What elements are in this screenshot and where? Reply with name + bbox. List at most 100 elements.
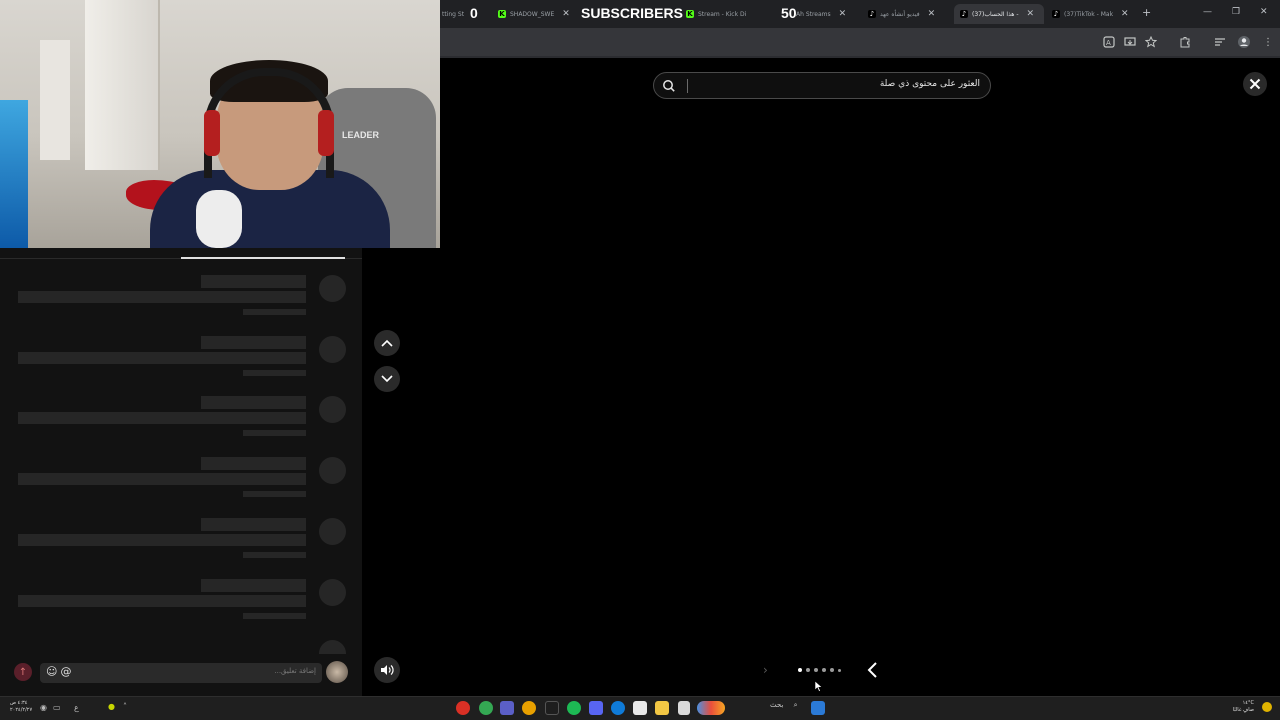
webcam-headset — [204, 68, 334, 178]
app-icon-yellow[interactable] — [522, 701, 536, 715]
search-divider — [687, 79, 688, 93]
kick-icon: K — [498, 10, 506, 18]
carousel-next-chevron[interactable]: › — [763, 663, 768, 677]
chrome-icon[interactable] — [479, 701, 493, 715]
restore-icon[interactable]: ❐ — [1232, 7, 1240, 17]
close-tab-icon[interactable]: ✕ — [928, 9, 936, 19]
windows-start-icon[interactable] — [811, 701, 825, 715]
volume-icon — [381, 665, 394, 675]
subscriber-count: 0 — [470, 5, 478, 21]
carousel-dot[interactable] — [830, 668, 834, 672]
translate-icon[interactable]: A — [1102, 35, 1116, 49]
browser-tab[interactable]: ♪ فيديو أنشأه عهد ✕ — [862, 4, 952, 24]
comments-panel — [0, 248, 362, 696]
comment-skeleton — [0, 457, 362, 517]
tray-app-icon[interactable]: ● — [108, 702, 115, 711]
install-app-icon[interactable] — [1123, 35, 1137, 49]
mouse-cursor-icon — [815, 681, 823, 692]
carousel-dot[interactable] — [838, 668, 841, 672]
next-video-button[interactable] — [374, 366, 400, 392]
obs-icon[interactable] — [545, 701, 559, 715]
tiktok-icon: ♪ — [868, 10, 876, 18]
browser-tab[interactable]: K SHADOW_SWE ✕ — [492, 4, 582, 24]
reading-list-icon[interactable] — [1213, 35, 1227, 49]
headset-earcup-right — [318, 110, 334, 156]
close-tab-icon[interactable]: ✕ — [839, 9, 847, 19]
browser-tab-active[interactable]: ♪ (37)هذا الحساب - ✕ — [954, 4, 1044, 24]
bookmark-star-icon[interactable] — [1144, 35, 1158, 49]
search-placeholder: العثور على محتوى ذي صلة — [879, 79, 980, 89]
comment-skeleton — [0, 640, 362, 654]
close-button[interactable] — [1243, 72, 1267, 96]
comment-skeleton — [0, 518, 362, 578]
search-icon[interactable] — [662, 79, 676, 93]
store-icon[interactable] — [633, 701, 647, 715]
windows-taskbar: ٤:٣٤ ص ٢٠٢٤/٢/٢٧ ◉ ▭ ع ● ˄ بحث ⌕ ١٤°C صا… — [0, 696, 1280, 720]
tiktok-icon: ♪ — [960, 10, 968, 18]
weather-widget[interactable]: ١٤°C صافٍ غالبًا — [1233, 700, 1254, 714]
taskbar-search[interactable]: بحث ⌕ — [770, 701, 798, 710]
chair-brand-text: LEADER — [342, 130, 380, 140]
language-icon[interactable]: ع — [74, 703, 79, 712]
teams-icon[interactable] — [500, 701, 514, 715]
active-tab-indicator — [181, 257, 345, 259]
spotify-icon[interactable] — [567, 701, 581, 715]
network-icon[interactable]: ◉ — [40, 703, 47, 712]
window-close-icon[interactable]: ✕ — [1260, 7, 1268, 17]
chevron-up-icon — [381, 339, 393, 347]
comment-input[interactable]: ☺ @ إضافة تعليق... — [40, 663, 322, 683]
comment-skeleton — [0, 275, 362, 335]
webcam-light — [0, 100, 28, 248]
toolbar-divider — [440, 56, 1280, 58]
previous-video-button[interactable] — [374, 330, 400, 356]
browser-tab[interactable]: ♪ (37)TikTok - Mak ✕ — [1046, 4, 1138, 24]
file-explorer-icon[interactable] — [655, 701, 669, 715]
webcam-microphone — [196, 190, 242, 248]
browser-tab[interactable]: K Stream - Kick Di — [680, 4, 770, 24]
close-tab-icon[interactable]: ✕ — [1027, 9, 1035, 19]
chevron-down-icon — [381, 375, 393, 383]
discord-icon[interactable] — [589, 701, 603, 715]
comment-skeleton — [0, 579, 362, 639]
webcam-wall-shelf — [40, 40, 70, 160]
subscribers-label: SUBSCRIBERS — [581, 5, 683, 21]
webcam-shelf — [85, 0, 160, 170]
carousel-dots — [798, 668, 841, 672]
emoji-icon[interactable]: ☺ — [46, 665, 57, 678]
extensions-icon[interactable] — [1178, 35, 1192, 49]
display-icon[interactable]: ▭ — [53, 703, 61, 712]
app-icon-record[interactable] — [456, 701, 470, 715]
carousel-dot[interactable] — [806, 668, 810, 672]
carousel-prev-chevron-icon[interactable] — [866, 661, 880, 679]
carousel-dot[interactable] — [798, 668, 802, 672]
close-tab-icon[interactable]: ✕ — [562, 9, 570, 19]
browser-tab[interactable]: Ah Streams ✕ — [790, 4, 858, 24]
headset-earcup-left — [204, 110, 220, 156]
avatar — [326, 661, 348, 683]
send-comment-button[interactable]: ↑ — [14, 663, 32, 681]
browser-menu-icon[interactable]: ⋮ — [1261, 35, 1275, 49]
edge-icon[interactable] — [611, 701, 625, 715]
volume-button[interactable] — [374, 657, 400, 683]
svg-text:A: A — [1106, 39, 1111, 47]
widgets-icon[interactable] — [697, 701, 725, 715]
tray-overflow-chevron-icon[interactable]: ˄ — [123, 702, 127, 711]
minimize-icon[interactable]: — — [1203, 7, 1212, 17]
comment-placeholder: إضافة تعليق... — [274, 667, 316, 675]
close-icon — [1249, 78, 1261, 90]
comment-skeleton — [0, 336, 362, 396]
profile-avatar[interactable] — [1236, 35, 1252, 49]
app-icon-doc[interactable] — [678, 701, 690, 715]
search-icon: ⌕ — [793, 701, 798, 709]
new-tab-button[interactable]: + — [1142, 6, 1151, 19]
sun-icon — [1262, 702, 1272, 712]
carousel-dot[interactable] — [814, 668, 818, 672]
taskbar-clock[interactable]: ٤:٣٤ ص ٢٠٢٤/٢/٢٧ — [10, 700, 32, 714]
search-field[interactable]: العثور على محتوى ذي صلة — [653, 72, 991, 99]
comment-skeleton — [0, 396, 362, 456]
carousel-dot[interactable] — [822, 668, 826, 672]
close-tab-icon[interactable]: ✕ — [1121, 9, 1129, 19]
subscriber-goal: 50 — [781, 5, 797, 21]
mention-icon[interactable]: @ — [60, 665, 71, 678]
webcam-feed: LEADER — [0, 0, 440, 248]
